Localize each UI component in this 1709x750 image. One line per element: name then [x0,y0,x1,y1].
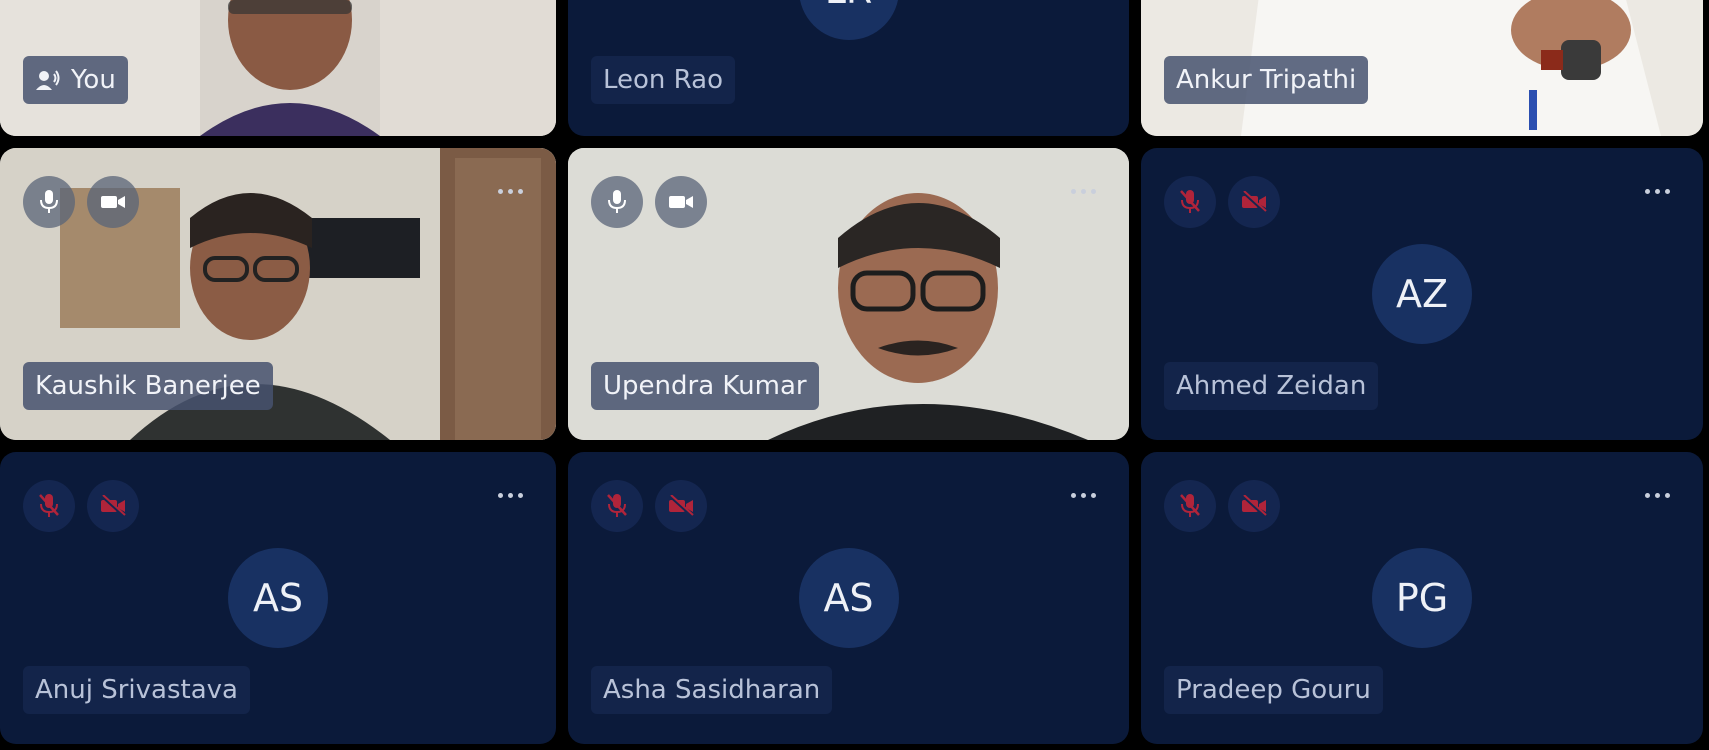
avatar: AZ [1372,244,1472,344]
more-options-icon [1644,188,1650,194]
mic-status-button[interactable] [591,176,643,228]
participant-name-pill: Ahmed Zeidan [1164,362,1379,410]
more-options-button[interactable] [1063,480,1103,510]
video-camera-icon [669,196,693,208]
more-options-icon-dot [1654,188,1660,194]
avatar: LR [798,0,899,40]
more-options-icon-dot [1090,188,1096,194]
participant-tile-asha-sasidharan[interactable]: AS Asha Sasidharan [568,452,1129,744]
mic-status-button[interactable] [1164,480,1216,532]
participant-name-pill: Pradeep Gouru [1164,666,1383,714]
avatar: PG [1372,548,1472,648]
mic-off-icon [1180,190,1200,213]
mic-off-icon [39,494,59,517]
camera-status-button[interactable] [87,176,139,228]
participant-tile-ankur-tripathi[interactable]: Ankur Tripathi [1141,0,1703,136]
participant-tile-upendra-kumar[interactable]: Upendra Kumar [568,148,1129,440]
mic-status-button[interactable] [1164,176,1216,228]
participant-grid: You LR Leon Rao Ankur Tripathi [0,0,1709,750]
participant-name: Ankur Tripathi [1176,65,1357,95]
more-options-icon-dot [507,492,513,498]
avatar: AS [798,548,899,648]
participant-name: Pradeep Gouru [1176,675,1371,705]
speaker-icon [36,70,60,90]
mic-status-button[interactable] [591,480,643,532]
more-options-button[interactable] [1063,176,1103,206]
participant-name-pill: Asha Sasidharan [591,666,833,714]
participant-name-pill: Leon Rao [591,56,736,104]
participant-tile-leon-rao[interactable]: LR Leon Rao [568,0,1129,136]
more-options-icon [497,492,503,498]
more-options-icon-dot [1080,188,1086,194]
more-options-icon-dot [1654,492,1660,498]
participant-name: Kaushik Banerjee [35,371,261,401]
mic-icon [608,190,626,213]
video-camera-icon [101,196,125,208]
video-camera-off-icon [100,495,126,517]
more-options-icon-dot [1664,188,1670,194]
mic-off-icon [607,494,627,517]
participant-name: Leon Rao [603,65,724,95]
video-camera-off-icon [1241,191,1267,213]
participant-tile-ahmed-zeidan[interactable]: AZ Ahmed Zeidan [1141,148,1703,440]
participant-name: Anuj Srivastava [35,675,238,705]
participant-tile-kaushik-banerjee[interactable]: Kaushik Banerjee [0,148,556,440]
camera-status-button[interactable] [87,480,139,532]
camera-status-button[interactable] [655,480,707,532]
participant-name-pill: Ankur Tripathi [1164,56,1369,104]
more-options-button[interactable] [1637,480,1677,510]
participant-tile-pradeep-gouru[interactable]: PG Pradeep Gouru [1141,452,1703,744]
participant-name: You [71,65,116,95]
mic-off-icon [1180,494,1200,517]
mic-status-button[interactable] [23,176,75,228]
video-camera-off-icon [1241,495,1267,517]
mic-icon [40,190,58,213]
more-options-icon [497,188,503,194]
mic-status-button[interactable] [23,480,75,532]
more-options-icon-dot [1080,492,1086,498]
more-options-button[interactable] [490,176,530,206]
more-options-icon [1070,492,1076,498]
participant-tile-anuj-srivastava[interactable]: AS Anuj Srivastava [0,452,556,744]
more-options-icon [1070,188,1076,194]
more-options-button[interactable] [490,480,530,510]
more-options-icon-dot [507,188,513,194]
participant-name-pill: Anuj Srivastava [23,666,250,714]
participant-name: Ahmed Zeidan [1176,371,1367,401]
more-options-icon-dot [517,492,523,498]
camera-status-button[interactable] [1228,176,1280,228]
more-options-icon [1644,492,1650,498]
more-options-icon-dot [1090,492,1096,498]
more-options-icon-dot [1664,492,1670,498]
participant-name-pill: You [23,56,128,104]
video-camera-off-icon [668,495,694,517]
participant-name: Asha Sasidharan [603,675,821,705]
more-options-button[interactable] [1637,176,1677,206]
camera-status-button[interactable] [655,176,707,228]
participant-name-pill: Upendra Kumar [591,362,819,410]
participant-tile-you[interactable]: You [0,0,556,136]
participant-name-pill: Kaushik Banerjee [23,362,273,410]
camera-status-button[interactable] [1228,480,1280,532]
more-options-icon-dot [517,188,523,194]
avatar: AS [228,548,328,648]
participant-name: Upendra Kumar [603,371,807,401]
